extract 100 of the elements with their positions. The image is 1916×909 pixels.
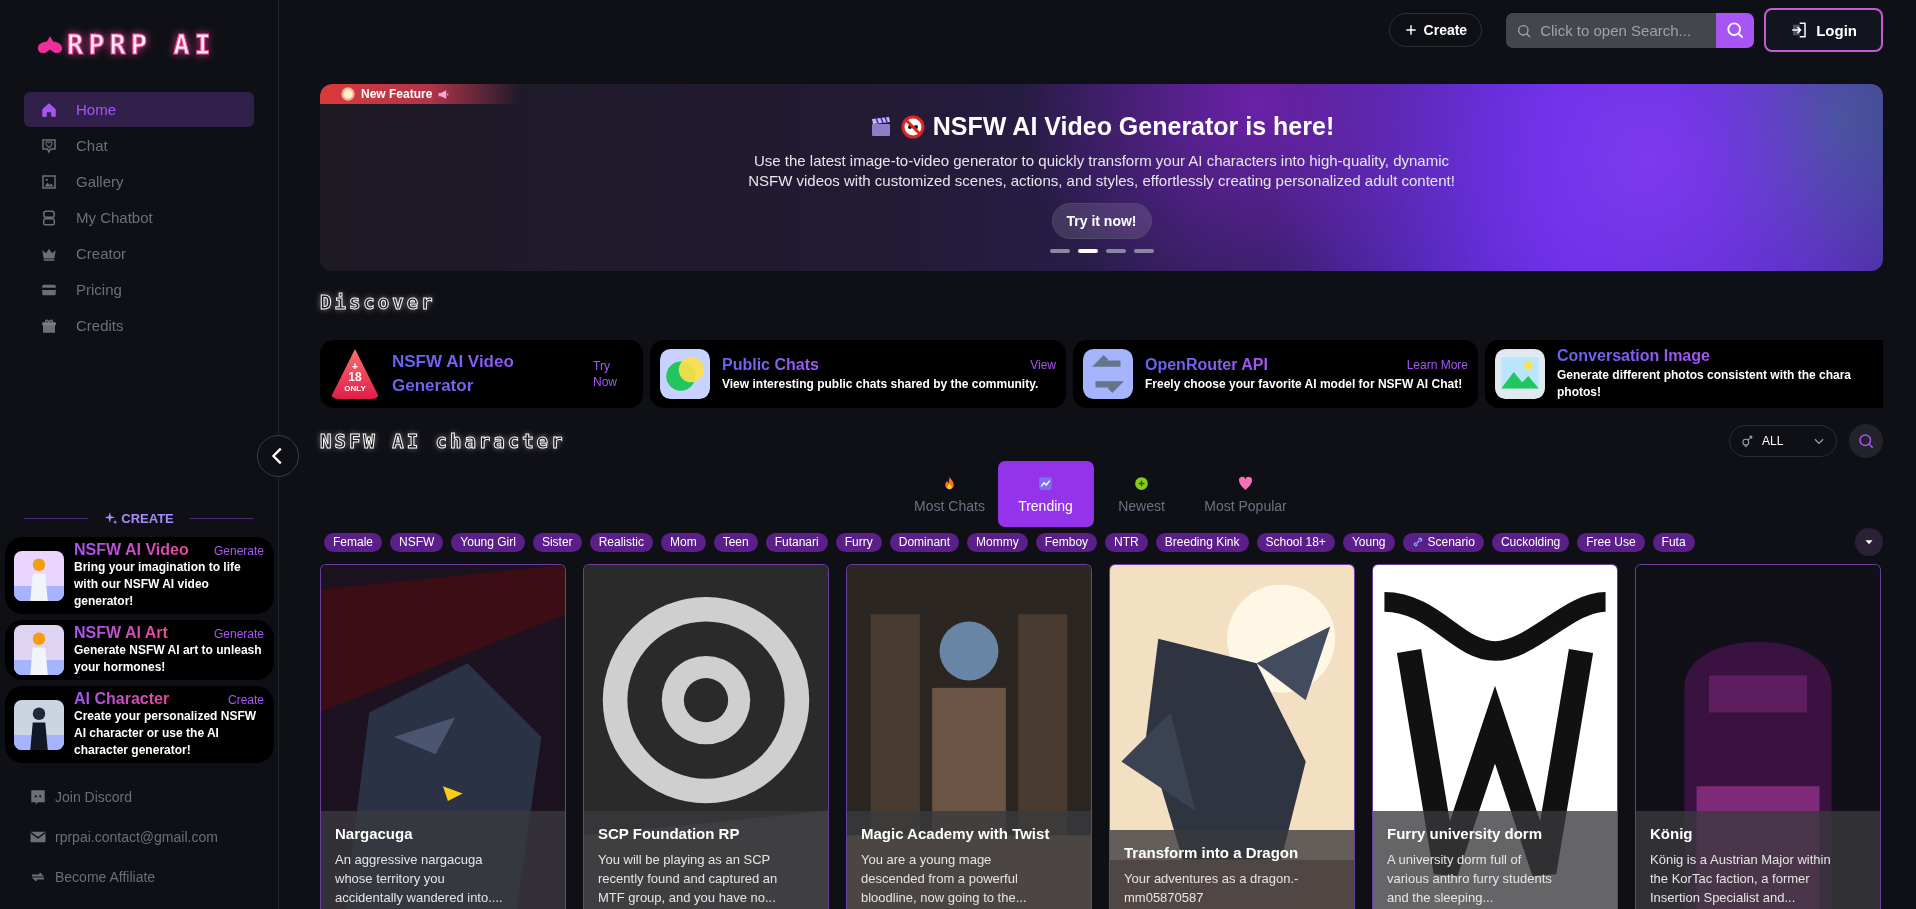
sparkle-icon	[104, 511, 119, 525]
tag-chip[interactable]: NTR	[1105, 532, 1148, 552]
feature-title: OpenRouter API	[1145, 355, 1268, 374]
nav-item[interactable]: Pricing	[24, 272, 254, 307]
feature-card[interactable]: Public Chats View View interesting public chats shared by the community.	[650, 340, 1066, 408]
character-card[interactable]: SCP Foundation RP You will be playing as an SCP recently found and captured an MTF group, and you have no...	[583, 564, 829, 909]
character-card[interactable]: Nargacuga An aggressive nargacuga whose territory you accidentally wandered into....	[320, 564, 566, 909]
sidebar-link[interactable]: Join Discord	[0, 777, 278, 817]
feature-title: Conversation Image	[1557, 347, 1710, 365]
tag-chip[interactable]: School 18+	[1256, 532, 1335, 552]
character-card[interactable]: König König is a Austrian Major within the KorTac faction, a former Insertion Specialist and...	[1635, 564, 1881, 909]
search-icon	[1725, 20, 1746, 40]
tag-chip[interactable]: Scenario	[1402, 532, 1484, 552]
feature-card[interactable]: Conversation Image Generate different photos consistent with the chara photos!	[1485, 340, 1883, 408]
logo-text: RPRP AI	[67, 28, 216, 62]
promo-card[interactable]: AI Character Create Create your personalized NSFW AI character or use the AI character generator!	[5, 686, 274, 763]
character-name: König	[1650, 825, 1694, 842]
banner-description: Use the latest image-to-video generator to quickly transform your AI characters into high-quality, dynamic NSFW videos with customized scenes, actions, and styles, effortlessly creating personalized adult content!	[747, 151, 1456, 191]
age-restricted-icon	[900, 114, 925, 139]
character-name: Magic Academy with Twist	[861, 825, 1051, 842]
try-button[interactable]: Try it now!	[1051, 203, 1152, 239]
gender-icon	[1740, 434, 1754, 448]
feature-description: Freely choose your favorite AI model for NSFW AI Chat!	[1145, 375, 1464, 393]
plus-icon	[1403, 23, 1418, 37]
dot-icon	[340, 86, 356, 102]
promo-link[interactable]: Create	[227, 693, 264, 707]
arrows-icon	[1083, 349, 1133, 399]
search-button[interactable]	[1716, 12, 1755, 48]
tag-chip[interactable]: Futa	[1652, 532, 1695, 552]
character-name: Nargacuga	[335, 825, 414, 842]
promo-link[interactable]: Generate	[213, 627, 264, 641]
tag-chip[interactable]: Mommy	[967, 532, 1028, 552]
nav-item[interactable]: Credits	[24, 308, 254, 343]
feature-link[interactable]: Learn More	[1406, 357, 1468, 372]
promo-card[interactable]: NSFW AI Video Generate Bring your imagination to life with our NSFW AI video generator!	[5, 537, 274, 614]
character-card[interactable]: Furry university dorm A university dorm full of various anthro furry students and the sleeping...	[1372, 564, 1618, 909]
nav-item[interactable]: Creator	[24, 236, 254, 271]
tag-chip[interactable]: Young Girl	[451, 532, 525, 552]
search-field[interactable]: Click to open Search...	[1506, 12, 1717, 48]
filter-value: ALL	[1762, 434, 1785, 448]
plus-circle-icon	[1133, 474, 1150, 492]
section-label: CREATE	[121, 510, 174, 526]
collapse-button[interactable]	[257, 435, 299, 477]
tag-chip[interactable]: Femboy	[1035, 532, 1098, 552]
feature-link[interactable]: Try Now	[593, 358, 633, 390]
tag-chip[interactable]: Cuckolding	[1491, 532, 1570, 552]
promo-card[interactable]: NSFW AI Art Generate Generate NSFW AI art to unleash your hormones!	[5, 620, 274, 680]
tag-chip[interactable]: Young	[1342, 532, 1395, 552]
tag-chip[interactable]: Teen	[713, 532, 758, 552]
character-name: Transform into a Dragon	[1124, 844, 1300, 861]
character-description: König is a Austrian Major within the KorTac faction, a former Insertion Specialist and...	[1650, 851, 1832, 907]
tag-chip[interactable]: Breeding Kink	[1155, 532, 1249, 552]
sidebar-link[interactable]: Become Affiliate	[0, 857, 278, 897]
tab[interactable]: Trending	[997, 461, 1094, 527]
robot-icon	[40, 208, 58, 227]
nav-item[interactable]: Home	[24, 92, 254, 127]
promo-description: Bring your imagination to life with our NSFW AI video generator!	[74, 559, 242, 610]
character-description: You will be playing as an SCP recently found and captured an MTF group, and you have no...	[598, 851, 779, 907]
expand-button[interactable]	[1855, 528, 1883, 556]
nav-item[interactable]: My Chatbot	[24, 200, 254, 235]
login-button[interactable]: Login	[1764, 8, 1883, 52]
tag-chip[interactable]: Realistic	[589, 532, 653, 552]
character-description: You are a young mage descended from a powerful bloodline, now going to the...	[861, 851, 1028, 907]
search-icon	[1857, 432, 1875, 450]
tab[interactable]: Newest	[1093, 461, 1190, 527]
tag-chip[interactable]: Mom	[661, 532, 706, 552]
tab[interactable]: Most Chats	[901, 461, 998, 527]
tag-chip[interactable]: Free Use	[1577, 532, 1645, 552]
tag-chip[interactable]: Futanari	[765, 532, 828, 552]
feature-card[interactable]: OpenRouter API Learn More Freely choose your favorite AI model for NSFW AI Chat!	[1073, 340, 1478, 408]
feature-card[interactable]: + 18 ONLY NSFW AI Video Generator Try Now	[320, 340, 643, 408]
banner-title: NSFW AI Video Generator is here!	[932, 112, 1335, 141]
heart-icon	[1237, 474, 1254, 492]
tag-chip[interactable]: NSFW	[390, 532, 444, 552]
tag-chip[interactable]: Sister	[532, 532, 582, 552]
character-description: An aggressive nargacuga whose territory you accidentally wandered into....	[335, 851, 504, 907]
nav-item[interactable]: Chat	[24, 128, 254, 163]
feature-description: Generate different photos consistent with the chara photos!	[1557, 367, 1853, 401]
character-description: Your adventures as a dragon.- mm05870587	[1124, 870, 1300, 907]
feature-description: View interesting public chats shared by the community.	[722, 375, 1040, 393]
trend-chart-icon	[1037, 474, 1054, 492]
tag-chip[interactable]: Female	[324, 532, 382, 552]
badge-text: New Feature	[361, 87, 433, 101]
promo-link[interactable]: Generate	[213, 544, 264, 558]
tag-chip[interactable]: Dominant	[889, 532, 960, 552]
tab[interactable]: Most Popular	[1189, 461, 1302, 527]
chat-heart-icon	[40, 136, 58, 155]
character-card[interactable]: Transform into a Dragon Your adventures as a dragon.- mm05870587	[1109, 564, 1355, 909]
badge-text: +	[352, 360, 358, 372]
feature-link[interactable]: View	[1030, 357, 1056, 372]
character-name: SCP Foundation RP	[598, 825, 741, 842]
image-icon	[40, 172, 58, 191]
tag-chip[interactable]: Furry	[835, 532, 882, 552]
promo-description: Create your personalized NSFW AI character or use the AI character generator!	[74, 708, 258, 759]
badge-text: ONLY	[344, 382, 366, 394]
character-name: Furry university dorm	[1387, 825, 1544, 842]
character-card[interactable]: Magic Academy with Twist You are a young mage descended from a powerful bloodline, now going to the...	[846, 564, 1092, 909]
nav-item[interactable]: Gallery	[24, 164, 254, 199]
sidebar-link[interactable]: rprpai.contact@gmail.com	[0, 817, 278, 857]
login-icon	[1790, 21, 1809, 39]
